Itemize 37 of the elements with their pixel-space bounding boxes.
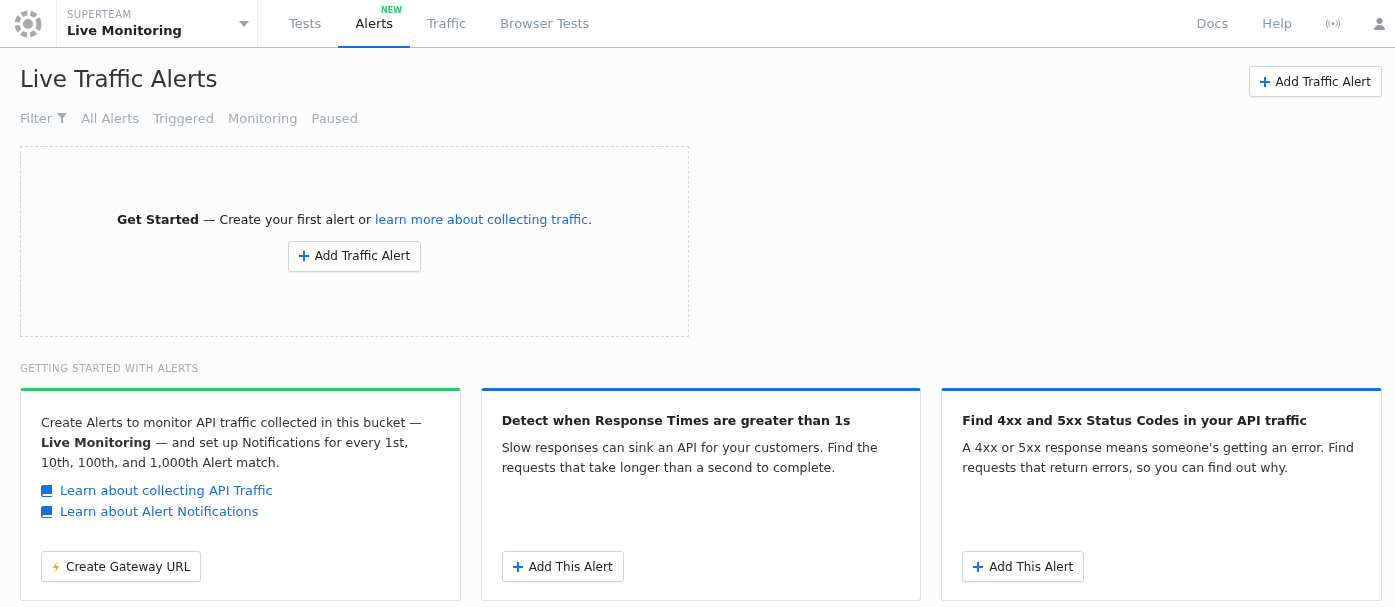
nav-tab[interactable]: Tests — [272, 0, 339, 48]
card-description: A 4xx or 5xx response means someone's getting an error. Find requests that return errors, so you can find out why. — [962, 439, 1355, 477]
card-title: Detect when Response Times are greater than 1s — [501, 413, 852, 428]
nav-link[interactable]: Docs — [1196, 16, 1229, 31]
plus-icon — [973, 561, 984, 572]
docs-link[interactable]: Learn about Alert Notifications — [41, 504, 440, 519]
card-title: Find 4xx and 5xx Status Codes in your API traffic — [962, 413, 1308, 428]
add-traffic-alert-button[interactable]: Add Traffic Alert — [287, 240, 422, 272]
page-title: Live Traffic Alerts — [20, 66, 218, 92]
new-label: NEW — [381, 6, 403, 15]
plus-icon — [298, 251, 309, 261]
nav-tab[interactable]: Traffic — [410, 0, 484, 48]
card-action-button[interactable]: Add This Alert — [962, 551, 1085, 582]
get-started-text: Get Started — Create your first alert or learn more about collecting traffic. — [117, 211, 592, 227]
plus-icon — [512, 561, 523, 572]
card-action-button[interactable]: Create Gateway URL — [41, 551, 202, 582]
card-action-button[interactable]: Add This Alert — [501, 551, 624, 582]
user-icon[interactable] — [1374, 17, 1385, 30]
nav-tab[interactable]: Browser Tests — [483, 0, 607, 48]
lightning-icon — [52, 560, 60, 573]
card-description: Slow responses can sink an API for your customers. Find the requests that take longer than a second to complete. — [501, 439, 879, 477]
broadcast-icon[interactable] — [1326, 19, 1340, 28]
plus-icon — [1259, 76, 1270, 87]
section-heading: GETTING STARTED WITH ALERTS — [20, 363, 200, 374]
card-description: Create Alerts to monitor API traffic collected in this bucket — Live Monitoring — and set up Notifications for every 1st, 10th, 100th, and 1,000th Alert match. — [41, 414, 423, 472]
team-name: SUPERTEAM — [67, 9, 133, 20]
book-icon — [41, 484, 52, 497]
caret-icon — [239, 20, 249, 27]
bucket-name: Live Monitoring — [67, 23, 182, 38]
add-traffic-alert-button[interactable]: Add Traffic Alert — [1248, 66, 1382, 97]
book-icon — [41, 505, 52, 518]
bucket-selector[interactable]: SUPERTEAM Live Monitoring — [56, 0, 258, 47]
docs-link[interactable]: Learn about collecting API Traffic — [41, 483, 440, 498]
funnel-icon — [57, 113, 68, 124]
filter-label: Filter — [20, 111, 53, 126]
nav-link[interactable]: Help — [1262, 16, 1292, 31]
learn-more-link[interactable]: learn more about collecting traffic — [375, 211, 588, 227]
